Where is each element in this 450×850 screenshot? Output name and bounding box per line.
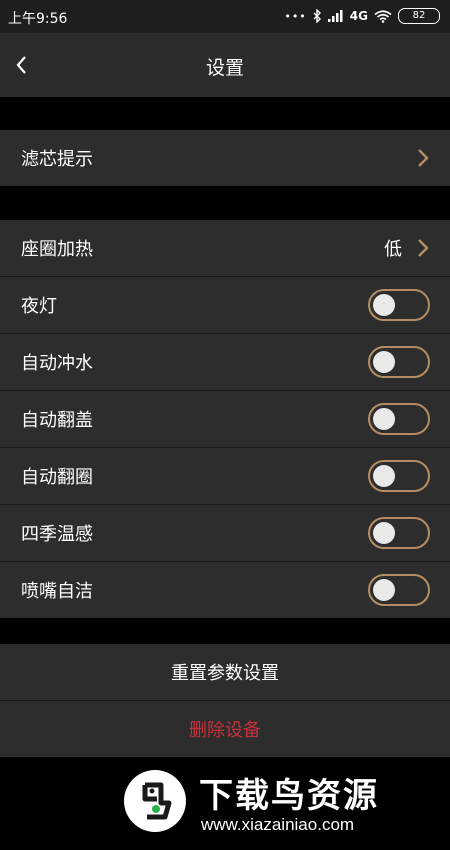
toggle-knob	[373, 579, 395, 601]
watermark: 下载鸟资源 www.xiazainiao.com	[117, 762, 431, 840]
auto-lid-toggle[interactable]	[368, 403, 430, 435]
nozzle-clean-toggle[interactable]	[368, 574, 430, 606]
battery-icon: 82	[398, 8, 440, 24]
status-bar: 上午9:56 ••• 4G 82	[0, 0, 450, 33]
auto-flush-toggle[interactable]	[368, 346, 430, 378]
network-type: 4G	[349, 9, 368, 23]
wifi-icon	[374, 9, 392, 23]
chevron-right-icon	[418, 239, 429, 257]
auto-seat-toggle[interactable]	[368, 460, 430, 492]
toggle-row-auto-flush: 自动冲水	[0, 334, 450, 390]
night-light-toggle[interactable]	[368, 289, 430, 321]
page-title: 设置	[205, 57, 244, 79]
auto-flush-label: 自动冲水	[21, 353, 93, 374]
filter-reminder-row[interactable]: 滤芯提示	[0, 130, 450, 186]
season-temp-toggle[interactable]	[368, 517, 430, 549]
bird-logo-icon	[124, 770, 186, 832]
toggle-row-night-light: 夜灯	[0, 277, 450, 333]
toggle-row-auto-lid: 自动翻盖	[0, 391, 450, 447]
bluetooth-icon	[313, 9, 322, 23]
watermark-url: www.xiazainiao.com	[201, 815, 355, 834]
signal-icon	[327, 10, 344, 22]
toggle-knob	[373, 465, 395, 487]
watermark-title: 下载鸟资源	[199, 776, 379, 816]
status-time: 上午9:56	[8, 11, 68, 27]
toggle-row-season-temp: 四季温感	[0, 505, 450, 561]
reset-settings-label: 重置参数设置	[171, 663, 279, 684]
toggle-knob	[373, 408, 395, 430]
toggle-row-nozzle-clean: 喷嘴自洁	[0, 562, 450, 618]
seat-heating-value: 低	[384, 239, 402, 260]
seat-heating-row[interactable]: 座圈加热 低	[0, 220, 450, 276]
toggle-row-auto-seat: 自动翻圈	[0, 448, 450, 504]
filter-reminder-label: 滤芯提示	[21, 149, 93, 170]
chevron-right-icon	[418, 149, 429, 167]
dots-icon: •••	[284, 9, 307, 23]
delete-device-button[interactable]: 删除设备	[0, 701, 450, 757]
toggle-knob	[373, 294, 395, 316]
reset-settings-button[interactable]: 重置参数设置	[0, 644, 450, 700]
nozzle-clean-label: 喷嘴自洁	[21, 581, 93, 602]
toggle-knob	[373, 522, 395, 544]
auto-seat-label: 自动翻圈	[21, 467, 93, 488]
season-temp-label: 四季温感	[21, 524, 93, 545]
auto-lid-label: 自动翻盖	[21, 410, 93, 431]
delete-device-label: 删除设备	[189, 720, 261, 741]
header: 设置	[0, 33, 450, 97]
toggle-knob	[373, 351, 395, 373]
night-light-label: 夜灯	[21, 296, 57, 317]
status-icons: ••• 4G 82	[284, 6, 440, 26]
seat-heating-label: 座圈加热	[21, 239, 93, 260]
